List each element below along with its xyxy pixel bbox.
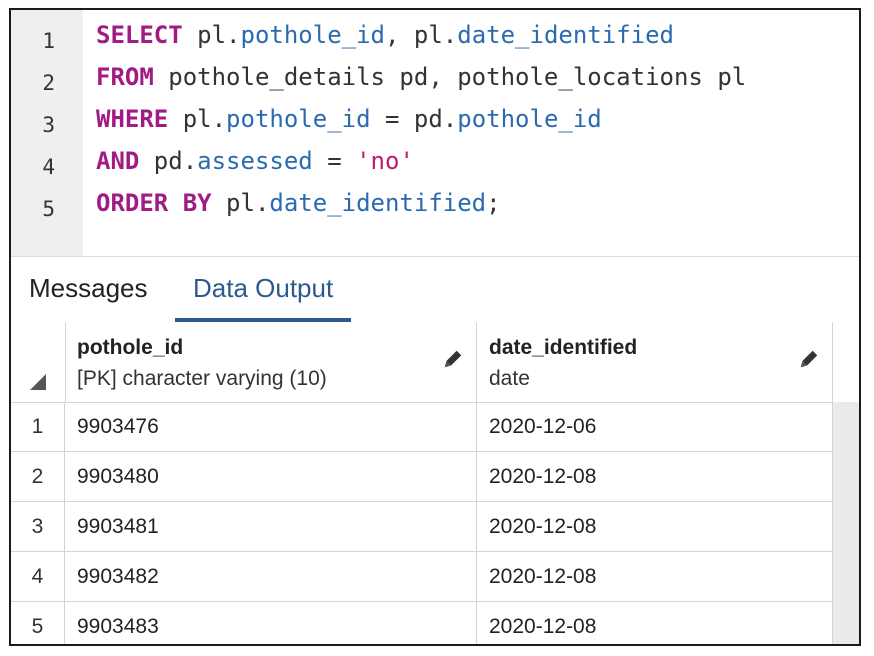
sql-keyword: ORDER BY [96, 189, 212, 217]
line-number-gutter: 1 2 3 4 5 [11, 10, 83, 256]
pencil-icon[interactable] [798, 348, 820, 370]
table-cell[interactable]: 9903476 [65, 402, 477, 451]
code-text: = [312, 147, 357, 175]
sql-keyword: FROM [96, 63, 154, 91]
code-text: pl. [211, 189, 270, 217]
column-header-pothole-id[interactable]: pothole_id [PK] character varying (10) [65, 322, 477, 402]
code-text: pl. [182, 21, 241, 49]
table-cell[interactable]: 9903480 [65, 452, 477, 501]
code-line-5[interactable]: ORDER BY pl.date_identified; [96, 182, 501, 224]
code-line-1[interactable]: SELECT pl.pothole_id, pl.date_identified [96, 14, 674, 56]
table-cell[interactable]: 2020-12-06 [477, 402, 833, 451]
grid-empty-area [833, 402, 859, 644]
query-tool-window: 1 2 3 4 5 SELECT pl.pothole_id, pl.date_… [9, 8, 861, 646]
table-cell[interactable]: 9903481 [65, 502, 477, 551]
code-line-3[interactable]: WHERE pl.pothole_id = pd.pothole_id [96, 98, 602, 140]
code-text: pd. [139, 147, 198, 175]
sql-keyword: AND [96, 147, 140, 175]
pencil-icon[interactable] [442, 348, 464, 370]
column-identifier: date_identified [457, 21, 674, 49]
select-all-corner[interactable] [11, 322, 66, 402]
tab-messages[interactable]: Messages [11, 257, 166, 322]
code-line-4[interactable]: AND pd.assessed = 'no' [96, 140, 414, 182]
column-name: pothole_id [77, 336, 184, 359]
table-row[interactable]: 1 9903476 2020-12-06 [11, 402, 833, 452]
line-number: 5 [42, 197, 55, 221]
table-row[interactable]: 5 9903483 2020-12-08 [11, 602, 833, 644]
table-row[interactable]: 2 9903480 2020-12-08 [11, 452, 833, 502]
column-type: [PK] character varying (10) [77, 367, 327, 390]
column-identifier: date_identified [269, 189, 487, 217]
row-number[interactable]: 1 [11, 402, 65, 451]
line-number: 3 [42, 113, 55, 137]
column-identifier: pothole_id [226, 105, 371, 133]
table-cell[interactable]: 2020-12-08 [477, 502, 833, 551]
column-identifier: assessed [197, 147, 313, 175]
code-text: pl. [168, 105, 227, 133]
row-number[interactable]: 5 [11, 602, 65, 644]
code-text: , pl. [385, 21, 458, 49]
column-name: date_identified [489, 336, 638, 359]
sql-editor[interactable]: 1 2 3 4 5 SELECT pl.pothole_id, pl.date_… [11, 10, 859, 257]
row-number[interactable]: 4 [11, 552, 65, 601]
sql-keyword: SELECT [96, 21, 183, 49]
table-row[interactable]: 4 9903482 2020-12-08 [11, 552, 833, 602]
line-number: 1 [42, 29, 55, 53]
line-number: 2 [42, 71, 55, 95]
sql-keyword: WHERE [96, 105, 169, 133]
grid-header-row: pothole_id [PK] character varying (10) d… [11, 322, 859, 403]
column-header-date-identified[interactable]: date_identified date [477, 322, 833, 402]
string-literal: 'no' [356, 147, 414, 175]
table-row[interactable]: 3 9903481 2020-12-08 [11, 502, 833, 552]
code-area[interactable]: SELECT pl.pothole_id, pl.date_identified… [83, 10, 859, 256]
table-cell[interactable]: 9903483 [65, 602, 477, 644]
result-tabs: Messages Data Output [11, 257, 859, 323]
row-number[interactable]: 2 [11, 452, 65, 501]
table-cell[interactable]: 9903482 [65, 552, 477, 601]
row-number[interactable]: 3 [11, 502, 65, 551]
table-cell[interactable]: 2020-12-08 [477, 552, 833, 601]
code-text: = pd. [370, 105, 458, 133]
select-all-triangle-icon [30, 374, 46, 390]
data-output-grid: pothole_id [PK] character varying (10) d… [11, 322, 859, 644]
column-identifier: pothole_id [457, 105, 602, 133]
code-line-2[interactable]: FROM pothole_details pd, pothole_locatio… [96, 56, 746, 98]
table-cell[interactable]: 2020-12-08 [477, 452, 833, 501]
code-text: pothole_details pd, pothole_locations pl [153, 63, 747, 91]
tab-data-output[interactable]: Data Output [175, 257, 352, 322]
column-identifier: pothole_id [240, 21, 386, 49]
code-text: ; [486, 189, 501, 217]
table-cell[interactable]: 2020-12-08 [477, 602, 833, 644]
line-number: 4 [42, 155, 55, 179]
column-type: date [489, 367, 530, 390]
